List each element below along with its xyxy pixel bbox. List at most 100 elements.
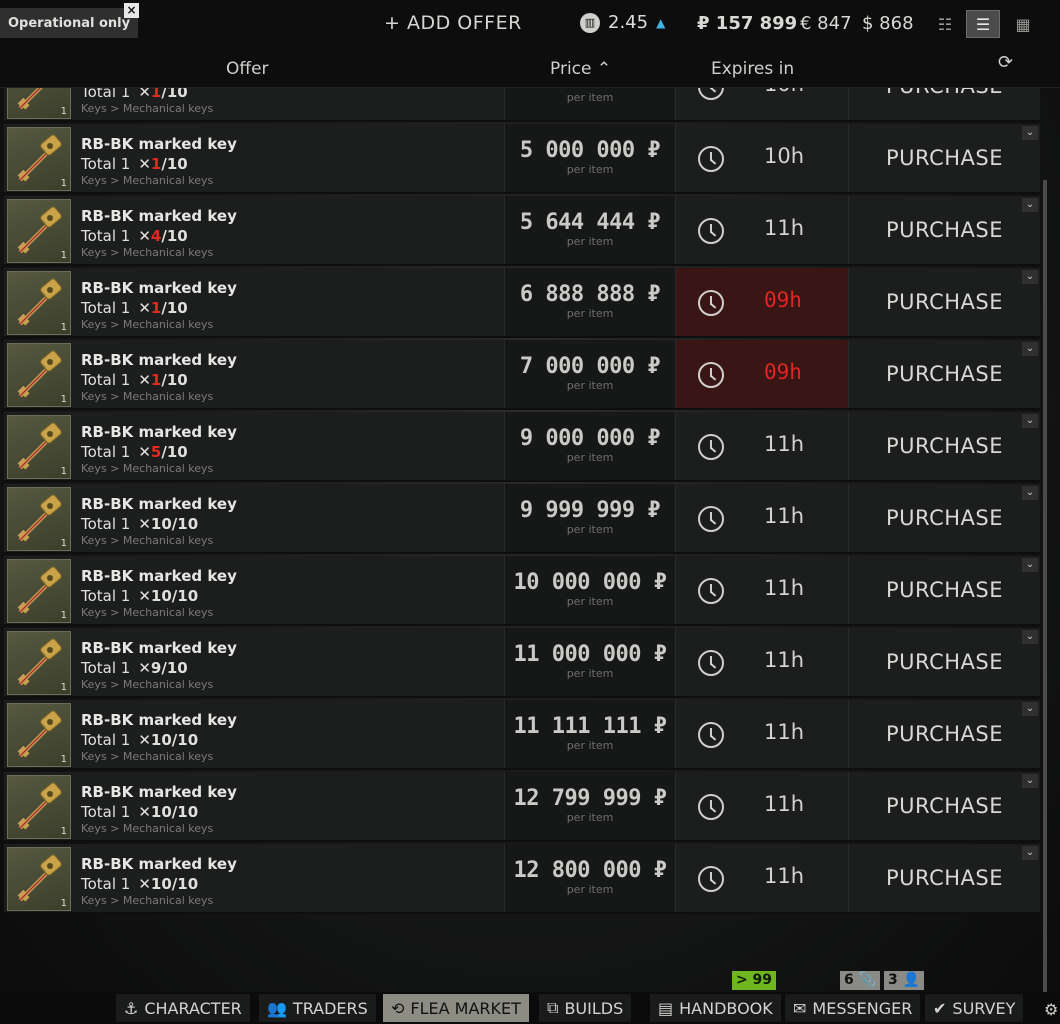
table-row: 1 RB-BK marked key Total 1 ✕10/10 Keys > Mec… <box>4 556 1040 626</box>
purchase-button[interactable]: PURCHASE ⌄ <box>848 772 1040 840</box>
item-name: RB-BK marked key <box>81 855 237 873</box>
tools-icon: ✕ <box>138 731 151 749</box>
column-offer[interactable]: Offer <box>226 59 269 79</box>
view-list-detailed-icon[interactable]: ☷ <box>928 10 962 38</box>
expires-cell: 09h <box>676 340 848 408</box>
scrollbar[interactable] <box>1043 180 1047 992</box>
chevron-down-icon[interactable]: ⌄ <box>1022 342 1038 356</box>
chevron-down-icon[interactable]: ⌄ <box>1022 702 1038 716</box>
table-row: 1 RB-BK marked key Total 1 ✕10/10 Keys > Mec… <box>4 772 1040 842</box>
tools-icon: ✕ <box>138 659 151 677</box>
nav-character[interactable]: ⚓ CHARACTER <box>116 994 250 1022</box>
column-price[interactable]: Price ⌃ <box>550 59 611 79</box>
clock-icon <box>698 218 724 244</box>
durability: ✕10/10 <box>138 803 199 821</box>
nav-flea-market[interactable]: ⟲ FLEA MARKET <box>383 994 529 1022</box>
item-category: Keys > Mechanical keys <box>81 678 214 691</box>
purchase-button[interactable]: PURCHASE ⌄ <box>848 628 1040 696</box>
nav-messenger[interactable]: ✉ MESSENGER <box>785 994 921 1022</box>
purchase-button[interactable]: PURCHASE⌄ <box>848 88 1040 120</box>
item-quantity: 1 <box>60 682 67 693</box>
filter-chip[interactable]: Operational only <box>0 8 139 38</box>
price-cell: 11 000 000 ₽ per item <box>504 628 676 696</box>
item-thumbnail[interactable]: 1 <box>7 847 71 911</box>
durability: ✕9/10 <box>138 659 188 677</box>
purchase-label: PURCHASE <box>886 794 1003 818</box>
rating-trend-icon: ▲ <box>656 15 666 30</box>
clock-icon <box>698 434 724 460</box>
purchase-button[interactable]: PURCHASE⌄ <box>848 484 1040 552</box>
expires-value: 11h <box>764 720 805 744</box>
chevron-down-icon[interactable]: ⌄ <box>1022 414 1038 428</box>
item-quantity: 1 <box>60 610 67 621</box>
purchase-label: PURCHASE <box>886 578 1003 602</box>
item-thumbnail[interactable]: 1 <box>7 487 71 551</box>
purchase-button[interactable]: PURCHASE⌄ <box>848 196 1040 264</box>
item-thumbnail[interactable]: 1 <box>7 415 71 479</box>
view-grid-icon[interactable]: ▦ <box>1006 10 1040 38</box>
item-name: RB-BK marked key <box>81 711 237 729</box>
item-thumbnail[interactable]: 1 <box>7 88 71 119</box>
chevron-down-icon[interactable]: ⌄ <box>1022 198 1038 212</box>
purchase-label: PURCHASE <box>886 362 1003 386</box>
refresh-icon[interactable]: ⟳ <box>998 52 1013 73</box>
price-per: per item <box>566 163 614 176</box>
purchase-button[interactable]: PURCHASE⌄ <box>848 700 1040 768</box>
chevron-down-icon[interactable]: ⌄ <box>1022 558 1038 572</box>
purchase-label: PURCHASE <box>886 650 1003 674</box>
chevron-down-icon[interactable]: ⌄ <box>1022 774 1038 788</box>
item-thumbnail[interactable]: 1 <box>7 343 71 407</box>
expires-value: 11h <box>764 864 805 888</box>
item-thumbnail[interactable]: 1 <box>7 775 71 839</box>
purchase-button[interactable]: PURCHASE⌄ <box>848 124 1040 192</box>
roubles-balance: ₽ 157 899 <box>697 13 798 34</box>
item-thumbnail[interactable]: 1 <box>7 631 71 695</box>
item-name: RB-BK marked key <box>81 279 237 297</box>
purchase-button[interactable]: PURCHASE⌄ <box>848 844 1040 912</box>
expires-cell: 11h <box>676 700 848 768</box>
table-row: 1 RB-BK marked key Total 1 ✕5/10 Keys > Mech… <box>4 412 1040 482</box>
settings-icon[interactable]: ⚙ <box>1044 1000 1058 1019</box>
chevron-down-icon[interactable]: ⌄ <box>1022 630 1038 644</box>
column-expires[interactable]: Expires in <box>711 59 794 79</box>
purchase-button[interactable]: PURCHASE ⌄ <box>848 340 1040 408</box>
clock-icon <box>698 146 724 172</box>
expires-value: 11h <box>764 504 805 528</box>
purchase-button[interactable]: PURCHASE ⌄ <box>848 556 1040 624</box>
tools-icon: ✕ <box>138 227 151 245</box>
price-cell: 9 999 999 ₽ per item <box>504 484 676 552</box>
close-icon[interactable]: × <box>124 3 139 18</box>
item-thumbnail[interactable]: 1 <box>7 127 71 191</box>
chevron-down-icon[interactable]: ⌄ <box>1022 486 1038 500</box>
notes-badge: 6 📎 <box>840 971 881 990</box>
item-thumbnail[interactable]: 1 <box>7 199 71 263</box>
item-thumbnail[interactable]: 1 <box>7 703 71 767</box>
nav-handbook[interactable]: ▤ HANDBOOK <box>650 994 781 1022</box>
item-quantity: 1 <box>60 826 67 837</box>
chevron-down-icon[interactable]: ⌄ <box>1022 270 1038 284</box>
price-cell: 12 800 000 ₽ per item <box>504 844 676 912</box>
price-value: 7 000 000 ₽ <box>519 354 661 379</box>
purchase-button[interactable]: PURCHASE⌄ <box>848 268 1040 336</box>
nav-traders[interactable]: 👥 TRADERS <box>259 994 376 1022</box>
expires-cell: 10h <box>676 124 848 192</box>
nav-survey[interactable]: ✔ SURVEY <box>925 994 1024 1022</box>
price-cell: 9 000 000 ₽ per item <box>504 412 676 480</box>
durability: ✕1/10 <box>138 371 188 389</box>
purchase-button[interactable]: PURCHASE⌄ <box>848 412 1040 480</box>
price-cell: 12 799 999 ₽ per item <box>504 772 676 840</box>
chevron-down-icon[interactable]: ⌄ <box>1022 126 1038 140</box>
price-per: per item <box>566 811 614 824</box>
clock-icon <box>698 506 724 532</box>
character-icon: ⚓ <box>124 998 139 1018</box>
item-thumbnail[interactable]: 1 <box>7 271 71 335</box>
add-offer-button[interactable]: + ADD OFFER <box>384 12 522 34</box>
item-total: Total 1 ✕1/10 <box>81 299 188 317</box>
item-thumbnail[interactable]: 1 <box>7 559 71 623</box>
item-name: RB-BK marked key <box>81 567 237 585</box>
offers-list: 1 RB-BK marked key Total 1✕1/10 Keys > Mech… <box>4 88 1040 920</box>
nav-builds[interactable]: ⧉ BUILDS <box>539 994 632 1022</box>
chevron-down-icon[interactable]: ⌄ <box>1022 846 1038 860</box>
item-total: Total 1 ✕5/10 <box>81 443 188 461</box>
view-list-icon[interactable]: ☰ <box>966 10 1000 38</box>
